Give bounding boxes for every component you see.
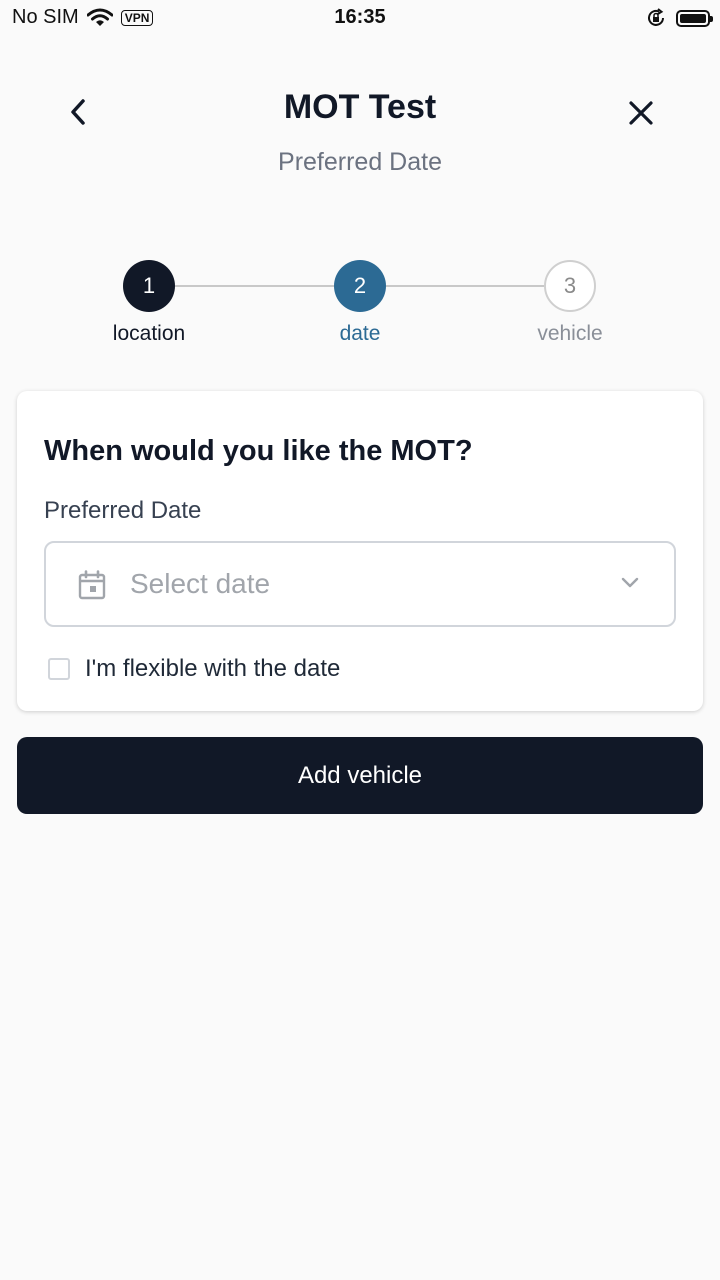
page-title: MOT Test	[283, 88, 437, 126]
step-2-label: date	[339, 322, 381, 345]
step-connector-2	[386, 285, 544, 287]
add-vehicle-button[interactable]: Add vehicle	[17, 737, 703, 814]
status-time: 16:35	[334, 6, 386, 28]
close-button[interactable]	[620, 92, 662, 134]
orientation-lock-icon	[648, 8, 664, 26]
page-subtitle: Preferred Date	[278, 148, 442, 176]
status-bar: No SIM VPN 16:35	[0, 0, 720, 38]
flexible-date-label: I'm flexible with the date	[85, 655, 341, 682]
flexible-date-checkbox[interactable]	[48, 658, 70, 680]
date-placeholder: Select date	[130, 568, 271, 599]
status-right	[646, 8, 713, 28]
preferred-date-label: Preferred Date	[44, 497, 202, 524]
step-3-label: vehicle	[537, 322, 603, 345]
chevron-down-icon	[621, 577, 639, 588]
step-2-circle: 2	[334, 260, 386, 312]
step-3-circle: 3	[544, 260, 596, 312]
step-1-circle: 1	[123, 260, 175, 312]
date-question: When would you like the MOT?	[44, 435, 473, 467]
flexible-date-option[interactable]: I'm flexible with the date	[48, 655, 340, 683]
calendar-icon	[78, 570, 106, 600]
date-card: When would you like the MOT? Preferred D…	[17, 391, 703, 711]
date-select[interactable]: Select date	[44, 541, 676, 627]
step-connector-1	[175, 285, 334, 287]
step-1-label: location	[112, 322, 186, 345]
battery-icon	[676, 9, 713, 27]
close-icon	[629, 101, 653, 125]
